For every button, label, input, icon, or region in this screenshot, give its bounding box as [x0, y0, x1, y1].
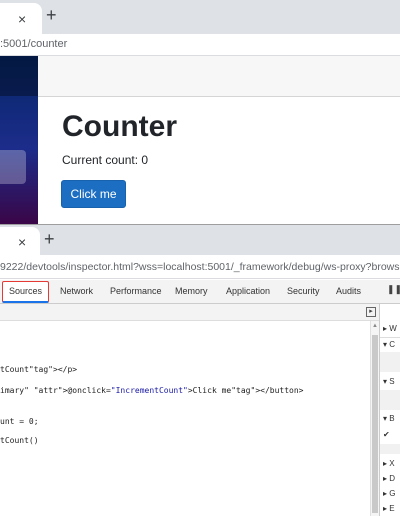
- scroll-up-icon[interactable]: ▲: [372, 323, 378, 329]
- tab-audits[interactable]: Audits: [336, 280, 361, 303]
- debugger-sidebar: ▸ W ▾ C ▾ S ▾ B ✔ ▸ X ▸ D ▸ G ▸ E: [379, 304, 400, 516]
- code-line-text: tCount"tag"></p>: [0, 365, 78, 374]
- breakpoints-body: [380, 444, 400, 454]
- editor-toolbar: ▸: [0, 304, 383, 321]
- new-tab-icon[interactable]: +: [46, 6, 57, 24]
- global-listeners-section[interactable]: ▸ G: [383, 489, 395, 498]
- tab-security[interactable]: Security: [287, 280, 320, 303]
- editor-scrollbar[interactable]: ▲: [370, 321, 379, 516]
- pause-icon[interactable]: ❚❚: [387, 284, 400, 295]
- devtools-url-text[interactable]: 9222/devtools/inspector.html?wss=localho…: [0, 261, 400, 273]
- new-tab-icon[interactable]: +: [44, 230, 55, 248]
- dom-breakpoints-section[interactable]: ▸ D: [383, 474, 395, 483]
- scope-body: [380, 390, 400, 410]
- devtools-browser-tab[interactable]: ×: [0, 227, 40, 255]
- breakpoint-checkbox[interactable]: ✔: [383, 430, 390, 439]
- address-bar[interactable]: :5001/counter: [0, 34, 400, 56]
- browser-tab-bar: × +: [0, 0, 400, 34]
- app-sidebar: [0, 56, 38, 224]
- sidebar-nav-item-active[interactable]: [0, 150, 26, 184]
- call-stack-section[interactable]: ▾ C: [383, 340, 395, 349]
- url-text[interactable]: :5001/counter: [0, 38, 67, 50]
- code-line: tCount"tag"></p>: [0, 365, 77, 374]
- close-tab-icon[interactable]: ×: [18, 235, 26, 249]
- tab-memory[interactable]: Memory: [175, 280, 208, 303]
- browser-tab[interactable]: ×: [0, 3, 42, 34]
- close-tab-icon[interactable]: ×: [18, 12, 26, 26]
- toggle-debugger-icon[interactable]: ▸: [366, 307, 376, 317]
- code-line: imary" "attr">@onclick="IncrementCount">…: [0, 386, 303, 395]
- devtools-panel-tabs: Sources Network Performance Memory Appli…: [0, 280, 400, 304]
- xhr-breakpoints-section[interactable]: ▸ X: [383, 459, 395, 468]
- click-me-button[interactable]: Click me: [61, 180, 126, 208]
- devtools-address-bar[interactable]: 9222/devtools/inspector.html?wss=localho…: [0, 255, 400, 279]
- code-line: unt = 0;: [0, 417, 39, 426]
- call-stack-body: [380, 352, 400, 372]
- tab-sources[interactable]: Sources: [2, 281, 50, 303]
- tab-network[interactable]: Network: [60, 280, 93, 303]
- event-listener-breakpoints-section[interactable]: ▸ E: [383, 504, 395, 513]
- breakpoints-section[interactable]: ▾ B: [383, 414, 395, 423]
- code-line-text: unt = 0;: [0, 417, 39, 426]
- divider: [380, 337, 400, 338]
- watch-section[interactable]: ▸ W: [383, 324, 397, 333]
- app-top-row: [38, 56, 400, 97]
- tab-application[interactable]: Application: [226, 280, 270, 303]
- devtools-tab-bar: × +: [0, 225, 400, 255]
- scrollbar-thumb[interactable]: [372, 335, 378, 513]
- code-line: tCount(): [0, 436, 39, 445]
- sidebar-brand-area: [0, 56, 38, 96]
- scope-section[interactable]: ▾ S: [383, 377, 395, 386]
- code-line-text: imary" "attr">@onclick="IncrementCount">…: [0, 386, 304, 395]
- page-title: Counter: [62, 110, 177, 143]
- code-line-text: tCount(): [0, 436, 39, 445]
- count-value: 0: [141, 153, 149, 167]
- current-count: Current count: 0: [62, 153, 148, 167]
- tab-performance[interactable]: Performance: [110, 280, 162, 303]
- source-editor[interactable]: tCount"tag"></p> imary" "attr">@onclick=…: [0, 321, 370, 516]
- count-label: Current count:: [62, 153, 142, 167]
